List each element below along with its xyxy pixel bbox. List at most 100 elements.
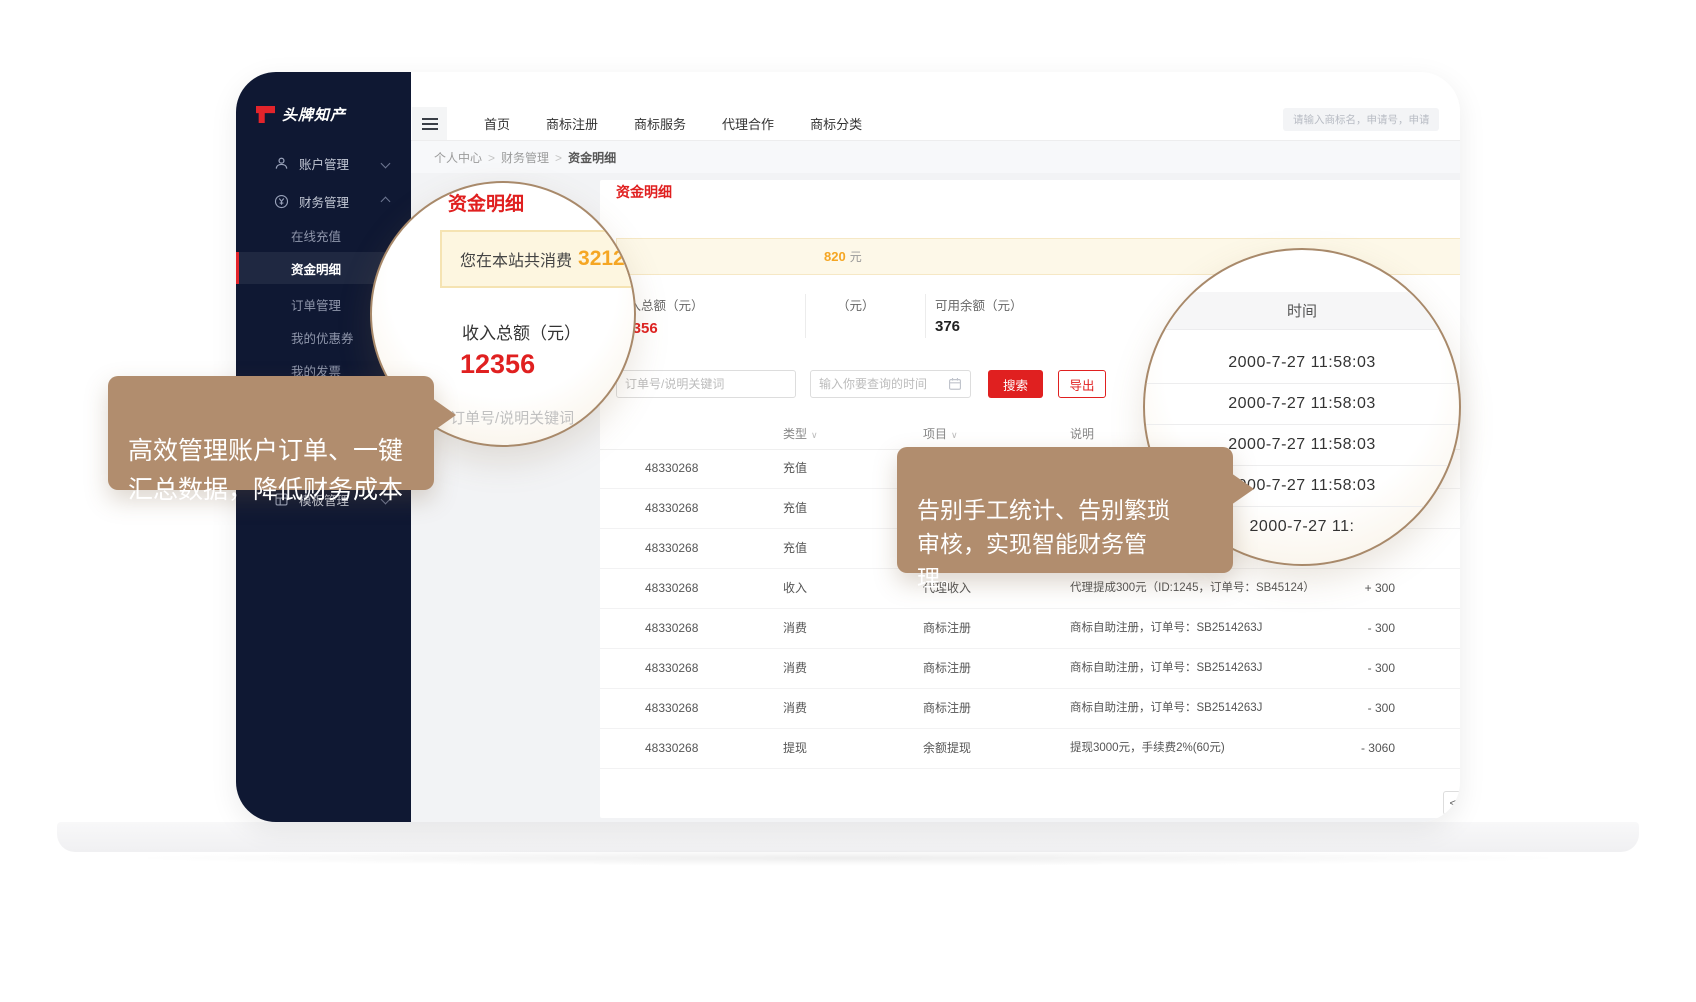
banner-amount: 820 [824, 249, 846, 264]
brand-logo-icon [256, 106, 275, 123]
stat-divider [805, 294, 806, 338]
chevron-down-icon: ∨ [951, 430, 958, 440]
cell-amount: - 300 [1320, 609, 1395, 648]
sidebar-item-finance[interactable]: 财务管理 [236, 185, 411, 217]
chevron-up-icon [381, 196, 391, 206]
sidebar-item-label: 订单管理 [291, 295, 341, 314]
cell-type: 收入 [783, 569, 807, 608]
breadcrumb: 个人中心>财务管理>资金明细 [434, 149, 616, 166]
cell-project: 商标注册 [923, 649, 971, 688]
table-row: 48330268收入代理收入代理提成300元（ID:1245，订单号：SB451… [600, 569, 1460, 609]
cell-balance: ¥ 12231 [1458, 569, 1460, 608]
nav-link-2[interactable]: 商标注册 [536, 108, 608, 139]
magnified-keyword-placeholder: 订单号/说明关键词 [450, 407, 574, 428]
cell-amount: - 300 [1320, 649, 1395, 688]
table-row: 48330268 消费 商标注册 商标自助注册，订单号：SB2514263J - 300… [600, 649, 1460, 689]
cell-project: 商标注册 [923, 689, 971, 728]
breadcrumb-part[interactable]: 资金明细 [568, 151, 616, 165]
table-header-type[interactable]: 类型∨ [783, 425, 818, 442]
sidebar-item-account[interactable]: 账户管理 [236, 147, 411, 179]
page-title: 资金明细 [616, 182, 672, 202]
hamburger-menu-icon[interactable] [412, 107, 447, 140]
callout-right: 告别手工统计、告别繁琐 审核，实现智能财务管 理。 [897, 447, 1233, 573]
pagination: <12345 [1443, 791, 1460, 815]
cell-desc: 提现3000元，手续费2%(60元) [1070, 729, 1225, 768]
magnified-banner: 您在本站共消费 32124 大 [440, 230, 636, 288]
pagination-prev-button[interactable]: < [1443, 791, 1460, 815]
nav-link-1[interactable]: 首页 [474, 108, 520, 139]
cell-type: 消费 [783, 649, 807, 688]
breadcrumb-part[interactable]: 财务管理 [501, 151, 549, 165]
cell-type: 提现 [783, 729, 807, 768]
chevron-down-icon: ∨ [811, 430, 818, 440]
cell-desc: 代理提成300元（ID:1245，订单号：SB45124） [1070, 569, 1315, 608]
sidebar-item-label: 财务管理 [299, 192, 349, 211]
cell-amount: + 300 [1320, 569, 1395, 608]
cell-project: 商标注册 [923, 609, 971, 648]
table-header-desc: 说明 [1070, 425, 1094, 442]
cell-amount: - 3060 [1320, 729, 1395, 768]
trademark-search-input[interactable] [1283, 108, 1439, 131]
calendar-icon[interactable] [948, 377, 962, 391]
cell-order: 48330268 [645, 569, 698, 608]
cell-type: 充值 [783, 449, 807, 488]
magnified-time-header: 时间 [1145, 292, 1459, 330]
cell-balance: ¥ 12231 [1458, 649, 1460, 688]
stat-divider [925, 294, 926, 338]
finance-icon [274, 194, 289, 209]
breadcrumb-bar: 个人中心>财务管理>资金明细 [411, 141, 1460, 173]
breadcrumb-separator: > [488, 151, 495, 165]
table-row: 48330268 消费 商标注册 商标自助注册，订单号：SB2514263J - 300… [600, 689, 1460, 729]
sidebar-item-label: 我的优惠券 [291, 328, 354, 347]
table-row: 48330268 消费 商标注册 商标自助注册，订单号：SB2514263J - 300… [600, 609, 1460, 649]
cell-type: 充值 [783, 489, 807, 528]
callout-arrow-icon [1231, 473, 1254, 505]
cell-desc: 商标自助注册，订单号：SB2514263J [1070, 609, 1262, 648]
cell-amount: - 300 [1320, 689, 1395, 728]
table-row: 48330268提现余额提现提现3000元，手续费2%(60元)- 3060¥ … [600, 729, 1460, 769]
magnified-income-value: 12356 [460, 349, 535, 380]
banner-unit: 元 [850, 248, 862, 265]
cell-order: 48330268 [645, 689, 698, 728]
cell-type: 充值 [783, 529, 807, 568]
laptop-base [57, 822, 1639, 852]
cell-order: 48330268 [645, 529, 698, 568]
expense-total-label: （元） [837, 295, 875, 314]
cell-balance: ¥ 12231 [1458, 729, 1460, 768]
nav-link-5[interactable]: 商标分类 [800, 108, 872, 139]
magnified-income-label: 收入总额（元） [462, 319, 581, 344]
cell-order: 48330268 [645, 449, 698, 488]
chevron-down-icon [381, 158, 391, 168]
time-filter-input[interactable] [810, 370, 971, 398]
cell-type: 消费 [783, 689, 807, 728]
breadcrumb-part[interactable]: 个人中心 [434, 151, 482, 165]
callout-left: 高效管理账户订单、一键 汇总数据，降低财务成本 [108, 376, 434, 490]
magnified-time-value: 2000-7-27 11:58:03 [1145, 383, 1459, 425]
brand-logo[interactable]: 头牌知产 [256, 104, 346, 125]
keyword-filter-input[interactable] [616, 370, 796, 398]
table-header-project[interactable]: 项目∨ [923, 425, 958, 442]
cell-balance: ¥ 12231 [1458, 689, 1460, 728]
sidebar-item-label: 资金明细 [291, 259, 341, 278]
sidebar-item-label: 在线充值 [291, 226, 341, 245]
search-button[interactable]: 搜索 [988, 370, 1043, 398]
export-button[interactable]: 导出 [1058, 370, 1106, 398]
cell-project: 余额提现 [923, 729, 971, 768]
user-icon [274, 156, 289, 171]
cell-balance: ¥ 12231 [1458, 609, 1460, 648]
available-balance-value: 376 [935, 318, 960, 335]
top-nav-links: 首页商标注册商标服务代理合作商标分类 [474, 108, 872, 139]
cell-type: 消费 [783, 609, 807, 648]
magnified-time-value: 2000-7-27 11:58:03 [1145, 342, 1459, 384]
nav-link-3[interactable]: 商标服务 [624, 108, 696, 139]
cell-order: 48330268 [645, 649, 698, 688]
magnified-page-title: 资金明细 [448, 189, 524, 216]
available-balance-label: 可用余额（元） [935, 295, 1023, 314]
cell-desc: 商标自助注册，订单号：SB2514263J [1070, 689, 1262, 728]
callout-arrow-icon [432, 398, 456, 432]
cell-order: 48330268 [645, 609, 698, 648]
nav-link-4[interactable]: 代理合作 [712, 108, 784, 139]
sidebar-item-label: 账户管理 [299, 154, 349, 173]
brand-name: 头牌知产 [282, 104, 346, 125]
cell-desc: 商标自助注册，订单号：SB2514263J [1070, 649, 1262, 688]
